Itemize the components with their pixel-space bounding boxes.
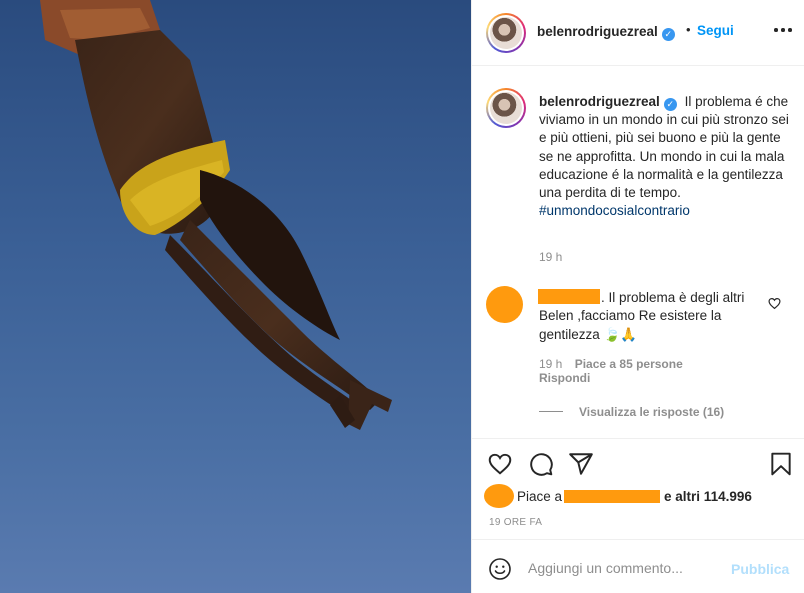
post-panel: belenrodriguezreal ✓ • Segui belenrodrigu…: [471, 0, 804, 593]
verified-badge-icon: ✓: [663, 98, 677, 111]
bookmark-icon[interactable]: [768, 451, 794, 477]
follow-button[interactable]: Segui: [697, 23, 734, 38]
more-options-icon[interactable]: [774, 26, 794, 34]
comment-icon[interactable]: [528, 451, 554, 477]
comment-meta: 19 h Piace a 85 persone: [539, 357, 683, 371]
comment-body: . Il problema è degli altri Belen ,facci…: [539, 289, 764, 344]
replies-divider: [539, 411, 563, 412]
likes-count[interactable]: e altri 114.996: [664, 489, 752, 504]
view-replies-button[interactable]: Visualizza le risposte (16): [579, 405, 724, 419]
liker-username-redacted: [564, 490, 661, 503]
liker-avatar: [484, 484, 514, 508]
post-timestamp: 19 ORE FA: [489, 517, 543, 528]
caption-text: Il problema é che viviamo in un mondo in…: [539, 94, 789, 201]
comment-text: . Il problema è degli altri Belen ,facci…: [539, 290, 745, 342]
caption-username-text[interactable]: belenrodriguezreal: [539, 94, 660, 109]
caption-time: 19 h: [539, 250, 563, 264]
comment-time: 19 h: [539, 357, 563, 371]
author-username-text[interactable]: belenrodriguezreal: [537, 24, 658, 39]
share-icon[interactable]: [568, 451, 594, 477]
likes-text: Piace a3e altri 114.996: [517, 489, 752, 504]
post-photo-figure: [40, 0, 392, 430]
caption-username[interactable]: belenrodriguezreal ✓: [539, 94, 677, 111]
post-photo[interactable]: [0, 0, 471, 593]
post-caption: belenrodriguezreal ✓ Il problema é che vi…: [539, 93, 789, 220]
likes-prefix: Piace a: [517, 489, 563, 504]
caption-avatar[interactable]: [486, 88, 526, 128]
post-actions: Piace a3e altri 114.996 19 ORE FA Pubbli…: [472, 438, 804, 593]
reply-button[interactable]: Rispondi: [539, 371, 590, 385]
publish-button[interactable]: Pubblica: [731, 561, 789, 577]
heart-icon[interactable]: [487, 451, 513, 477]
author-username[interactable]: belenrodriguezreal ✓: [537, 24, 675, 41]
add-comment-bar: Pubblica: [472, 539, 804, 593]
post-header: belenrodriguezreal ✓ • Segui: [472, 0, 804, 66]
author-avatar[interactable]: [486, 13, 526, 53]
comment-like-heart-icon[interactable]: [768, 297, 781, 310]
separator-dot: •: [686, 22, 691, 37]
comment-likes[interactable]: Piace a 85 persone: [575, 357, 683, 371]
commenter-avatar[interactable]: [486, 286, 523, 323]
verified-badge-icon: ✓: [661, 28, 675, 41]
caption-hashtag[interactable]: #unmondocosialcontrario: [539, 202, 789, 220]
comment-input[interactable]: [528, 556, 728, 580]
emoji-icon[interactable]: [488, 557, 512, 581]
